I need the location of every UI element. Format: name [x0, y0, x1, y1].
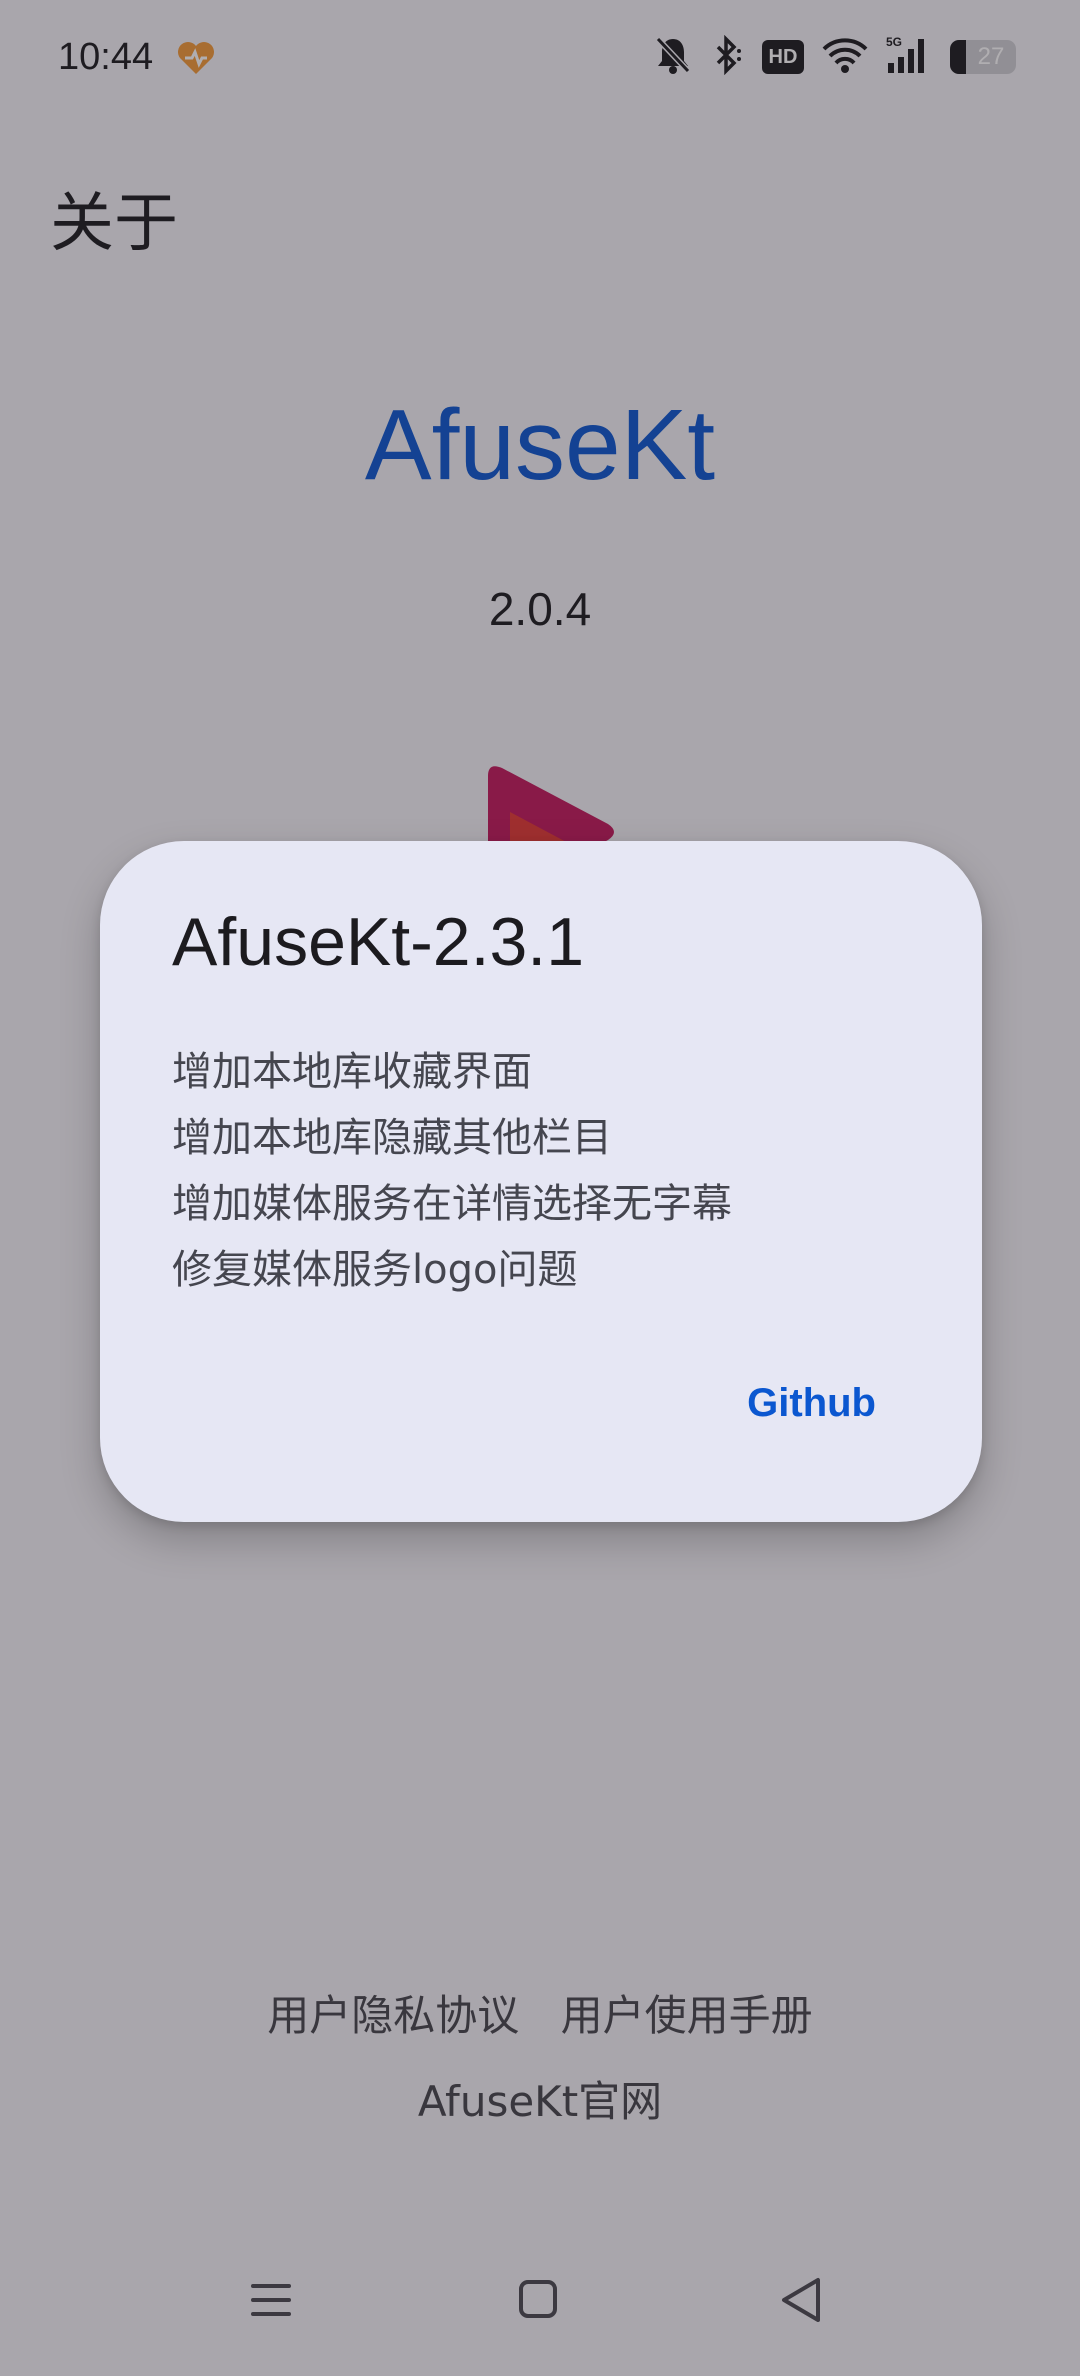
changelog-item: 增加本地库隐藏其他栏目	[172, 1115, 612, 1161]
changelog-list: 增加本地库收藏界面 增加本地库隐藏其他栏目 增加媒体服务在详情选择无字幕 修复媒…	[172, 1039, 732, 1303]
update-dialog: AfuseKt-2.3.1 增加本地库收藏界面 增加本地库隐藏其他栏目 增加媒体…	[100, 841, 982, 1522]
changelog-item: 修复媒体服务logo问题	[172, 1247, 578, 1293]
dialog-title: AfuseKt-2.3.1	[172, 904, 585, 980]
changelog-item: 增加媒体服务在详情选择无字幕	[172, 1181, 732, 1227]
about-screen: 10:44 HD 5G 27 关于 AfuseKt 2.0.4 用户隐私协议 用…	[0, 0, 1080, 2376]
changelog-item: 增加本地库收藏界面	[172, 1049, 532, 1095]
github-button[interactable]: Github	[747, 1381, 876, 1426]
